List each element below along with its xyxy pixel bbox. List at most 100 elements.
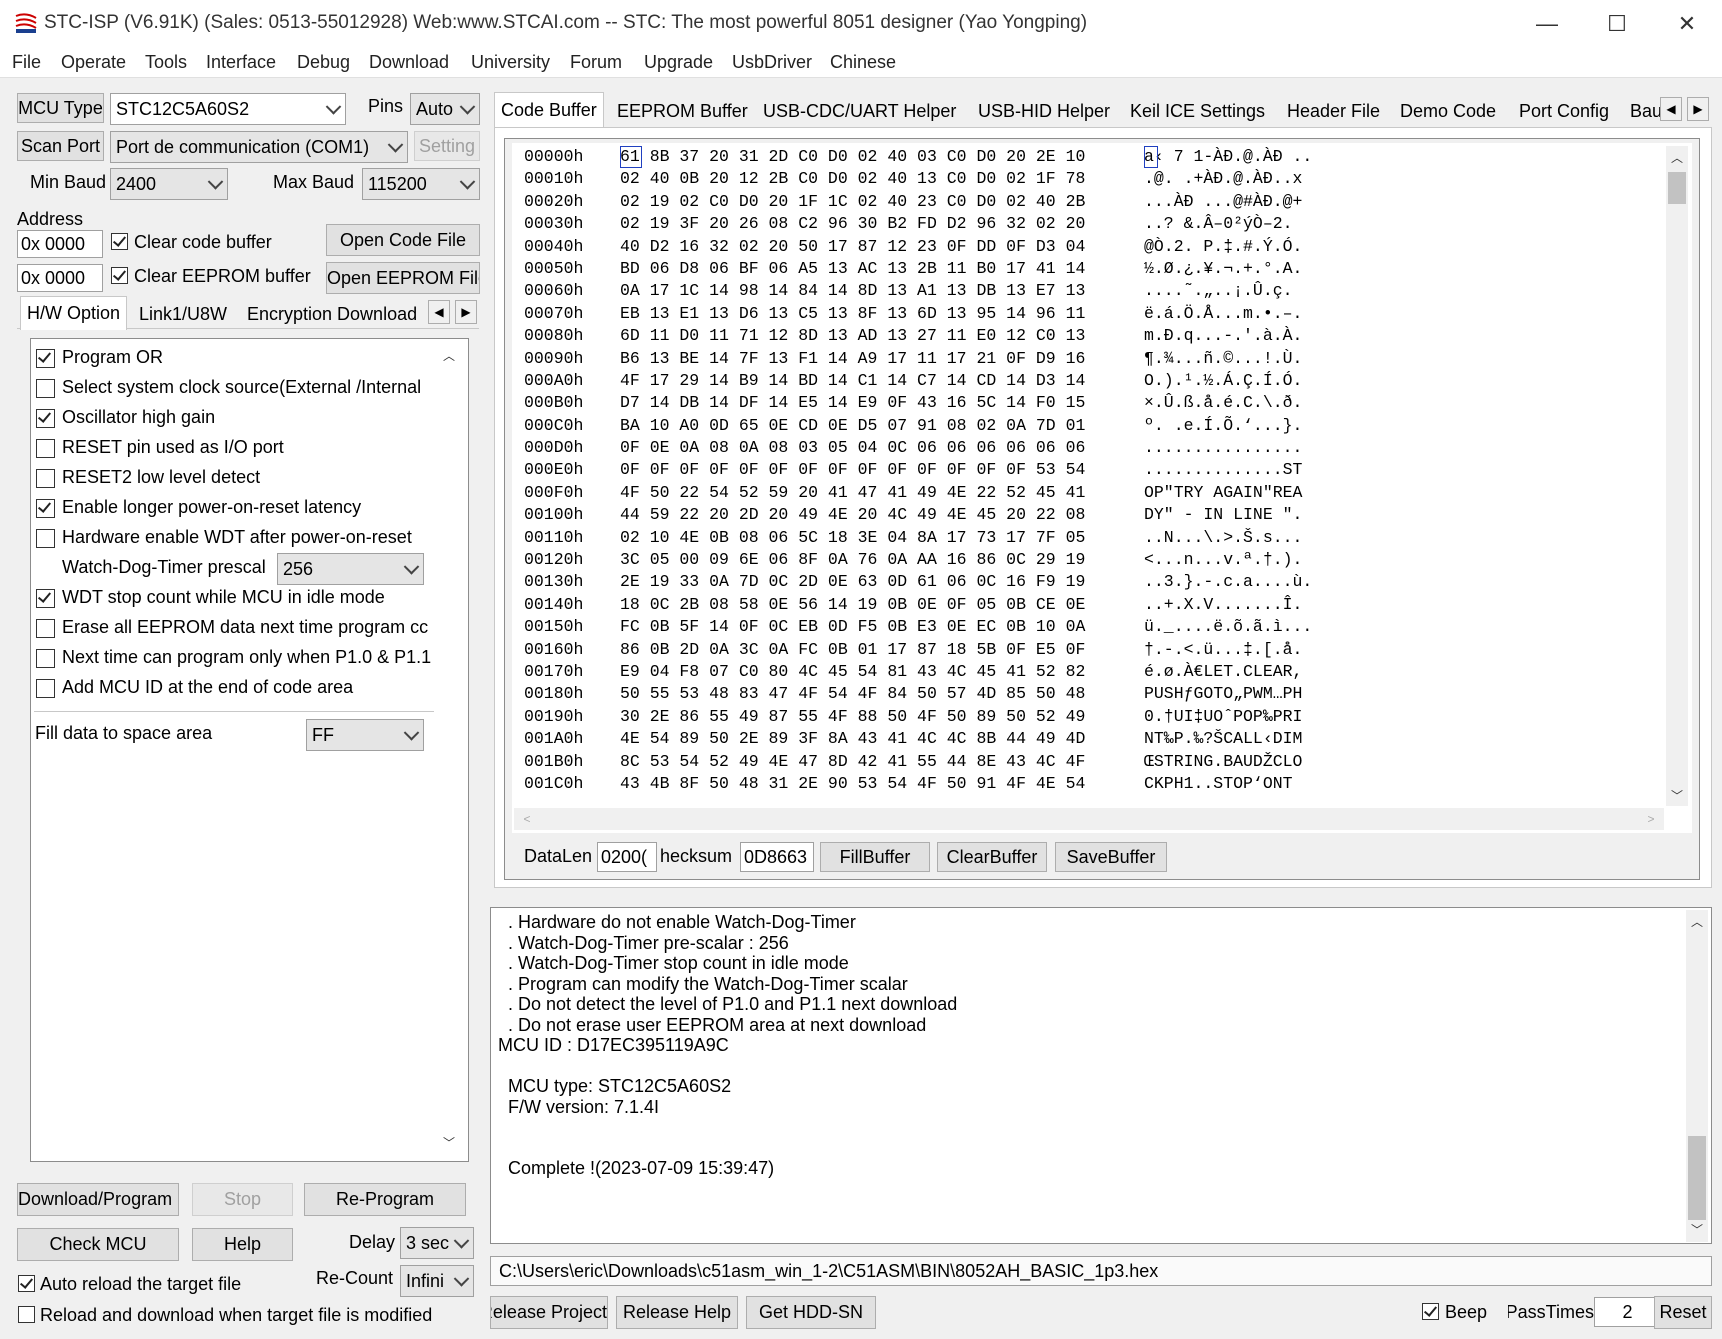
hex-ascii[interactable]: PUSHƒGOTO„PWM…PH [1144,683,1302,705]
option-checkbox[interactable] [36,679,55,698]
hex-ascii[interactable]: .@. .+ÀÐ.@.ÀÐ..x [1144,168,1302,190]
option-checkbox[interactable] [36,349,55,368]
recount-select[interactable]: Infini [400,1265,474,1297]
pins-select[interactable]: Auto [410,93,480,125]
hex-ascii[interactable]: ..N...\.>.Š.s... [1144,527,1302,549]
file-path-field[interactable]: C:\Users\eric\Downloads\c51asm_win_1-2\C… [490,1256,1712,1286]
hex-bytes[interactable]: 86 0B 2D 0A 3C 0A FC 0B 01 17 87 18 5B 0… [620,639,1085,661]
hex-ascii[interactable]: OP"TRY AGAIN"REA [1144,482,1302,504]
hex-ascii[interactable]: ×.Û.ß.å.é.C.\.ð. [1144,392,1302,414]
option-program-p1-condition[interactable]: Next time can program only when P1.0 & P… [36,645,432,672]
hex-ascii[interactable]: O.).¹.½.Á.Ç.Í.Ó. [1144,370,1302,392]
option-checkbox[interactable] [36,649,55,668]
hex-bytes[interactable]: BD 06 D8 06 BF 06 A5 13 AC 13 2B 11 B0 1… [620,258,1085,280]
fill-data-select[interactable]: FF [306,719,424,751]
menu-usbdriver[interactable]: UsbDriver [732,52,812,73]
min-baud-select[interactable]: 2400 [110,168,228,200]
checksum-field[interactable]: 0D8663 [740,842,814,872]
hex-ascii[interactable]: ë.á.Ö.Å...m.•.–. [1144,303,1302,325]
option-checkbox[interactable] [36,469,55,488]
hex-ascii[interactable]: º. .e.Í.Õ.‘...}. [1144,415,1302,437]
port-select[interactable]: Port de communication (COM1) [110,131,408,163]
tab-port-config[interactable]: Port Config [1513,94,1615,128]
hex-ascii[interactable]: ½.Ø.¿.¥.¬.+.°.A. [1144,258,1302,280]
menu-university[interactable]: University [471,52,550,73]
hex-vscroll-thumb[interactable] [1668,172,1686,204]
hex-ascii[interactable]: m.Ð.q...-.'.à.À. [1144,325,1302,347]
auto-reload-checkbox[interactable] [18,1275,35,1292]
maximize-button[interactable]: ☐ [1582,0,1652,48]
menu-debug[interactable]: Debug [297,52,350,73]
hex-bytes[interactable]: 40 D2 16 32 02 20 50 17 87 12 23 0F DD 0… [620,236,1085,258]
hex-bytes[interactable]: 0A 17 1C 14 98 14 84 14 8D 13 A1 13 DB 1… [620,280,1085,302]
hex-ascii[interactable]: <...n...v.ª.†.). [1144,549,1302,571]
log-vscroll-thumb[interactable] [1688,1136,1706,1220]
eeprom-address-input[interactable]: 0x 0000 [17,264,103,292]
tab-scroll-left-icon[interactable]: ◀ [1660,97,1682,121]
reload-modified-checkbox[interactable] [18,1306,35,1323]
tab-scroll-left-icon[interactable]: ◀ [428,300,450,324]
clear-code-checkbox[interactable] [111,233,128,250]
max-baud-select[interactable]: 115200 [362,168,480,200]
help-button[interactable]: Help [192,1228,293,1261]
hex-bytes[interactable]: 43 4B 8F 50 48 31 2E 90 53 54 4F 50 91 4… [620,773,1085,795]
scroll-right-icon[interactable]: > [1642,810,1660,828]
menu-chinese[interactable]: Chinese [830,52,896,73]
hex-ascii[interactable]: ü._....ë.õ.ã.ì... [1144,616,1312,638]
save-buffer-button[interactable]: SaveBuffer [1055,842,1167,872]
hex-bytes[interactable]: 2E 19 33 0A 7D 0C 2D 0E 63 0D 61 06 0C 1… [620,571,1085,593]
delay-select[interactable]: 3 sec [400,1227,474,1259]
wdt-prescale-select[interactable]: 256 [277,553,424,585]
hex-vscrollbar[interactable] [1666,146,1688,806]
hex-ascii[interactable]: ŒSTRING.BAUDŽCLO [1144,751,1302,773]
hex-bytes[interactable]: 02 19 02 C0 D0 20 1F 1C 02 40 23 C0 D0 0… [620,191,1085,213]
options-scroll-down-icon[interactable]: ﹀ [440,1133,458,1151]
option-checkbox[interactable] [36,529,55,548]
tab-hw-option[interactable]: H/W Option [20,296,128,330]
beep-checkbox[interactable] [1422,1303,1439,1320]
hex-ascii[interactable]: a‹ 7 1-ÀÐ.@.ÀÐ .. [1144,146,1312,168]
hex-bytes[interactable]: 6D 11 D0 11 71 12 8D 13 AD 13 27 11 E0 1… [620,325,1085,347]
tab-link1-u8w[interactable]: Link1/U8W [133,297,233,331]
mcu-type-select[interactable]: STC12C5A60S2 [110,93,346,125]
hex-ascii[interactable]: ..3.}.-.c.a....ù. [1144,571,1312,593]
open-code-file-button[interactable]: Open Code File [326,224,480,256]
option-checkbox[interactable] [36,619,55,638]
menu-file[interactable]: File [12,52,41,73]
menu-tools[interactable]: Tools [145,52,187,73]
scroll-down-icon[interactable]: ﹀ [1668,786,1686,804]
setting-button[interactable]: Setting [414,131,480,161]
stop-button[interactable]: Stop [192,1183,293,1216]
option-erase-eeprom[interactable]: Erase all EEPROM data next time program … [36,615,432,642]
hex-bytes[interactable]: 50 55 53 48 83 47 4F 54 4F 84 50 57 4D 8… [620,683,1085,705]
hex-ascii[interactable]: ................ [1144,437,1302,459]
hex-ascii[interactable]: é.ø.À€LET.CLEAR, [1144,661,1302,683]
datalen-field[interactable]: 0200( [597,842,657,872]
option-checkbox[interactable] [36,439,55,458]
hex-ascii[interactable]: ¶.¾...ñ.©...!.Ù. [1144,348,1302,370]
download-program-button[interactable]: Download/Program [17,1183,179,1216]
option-checkbox[interactable] [36,589,55,608]
hex-ascii[interactable]: 0.†UI‡UOˆPOP‰PRI [1144,706,1302,728]
hex-bytes[interactable]: 02 19 3F 20 26 08 C2 96 30 B2 FD D2 96 3… [620,213,1085,235]
hex-bytes[interactable]: EB 13 E1 13 D6 13 C5 13 8F 13 6D 13 95 1… [620,303,1085,325]
re-program-button[interactable]: Re-Program [304,1183,466,1216]
hex-ascii[interactable]: CKPH1..STOP‘ONT [1144,773,1293,795]
hex-ascii[interactable]: ..? &.Â–0²ýÒ–2. [1144,213,1302,235]
scan-port-button[interactable]: Scan Port [17,131,104,161]
scroll-left-icon[interactable]: < [518,810,536,828]
tab-code-buffer[interactable]: Code Buffer [494,92,604,128]
minimize-button[interactable]: — [1512,0,1582,48]
hex-hscrollbar[interactable] [514,808,1664,830]
tab-scroll-right-icon[interactable]: ▶ [455,300,477,324]
hex-bytes[interactable]: 02 10 4E 0B 08 06 5C 18 3E 04 8A 17 73 1… [620,527,1085,549]
option-checkbox[interactable] [36,499,55,518]
hex-bytes[interactable]: 44 59 22 20 2D 20 49 4E 20 4C 49 4E 45 2… [620,504,1085,526]
hex-ascii[interactable]: ...ÀÐ ...@#ÀÐ.@+ [1144,191,1302,213]
check-mcu-button[interactable]: Check MCU [17,1228,179,1261]
menu-download[interactable]: Download [369,52,449,73]
close-button[interactable]: ✕ [1652,0,1722,48]
tab-keil-ice[interactable]: Keil ICE Settings [1124,94,1271,128]
hex-bytes[interactable]: 02 40 0B 20 12 2B C0 D0 02 40 13 C0 D0 0… [620,168,1085,190]
scroll-up-icon[interactable]: ︿ [1688,912,1706,930]
